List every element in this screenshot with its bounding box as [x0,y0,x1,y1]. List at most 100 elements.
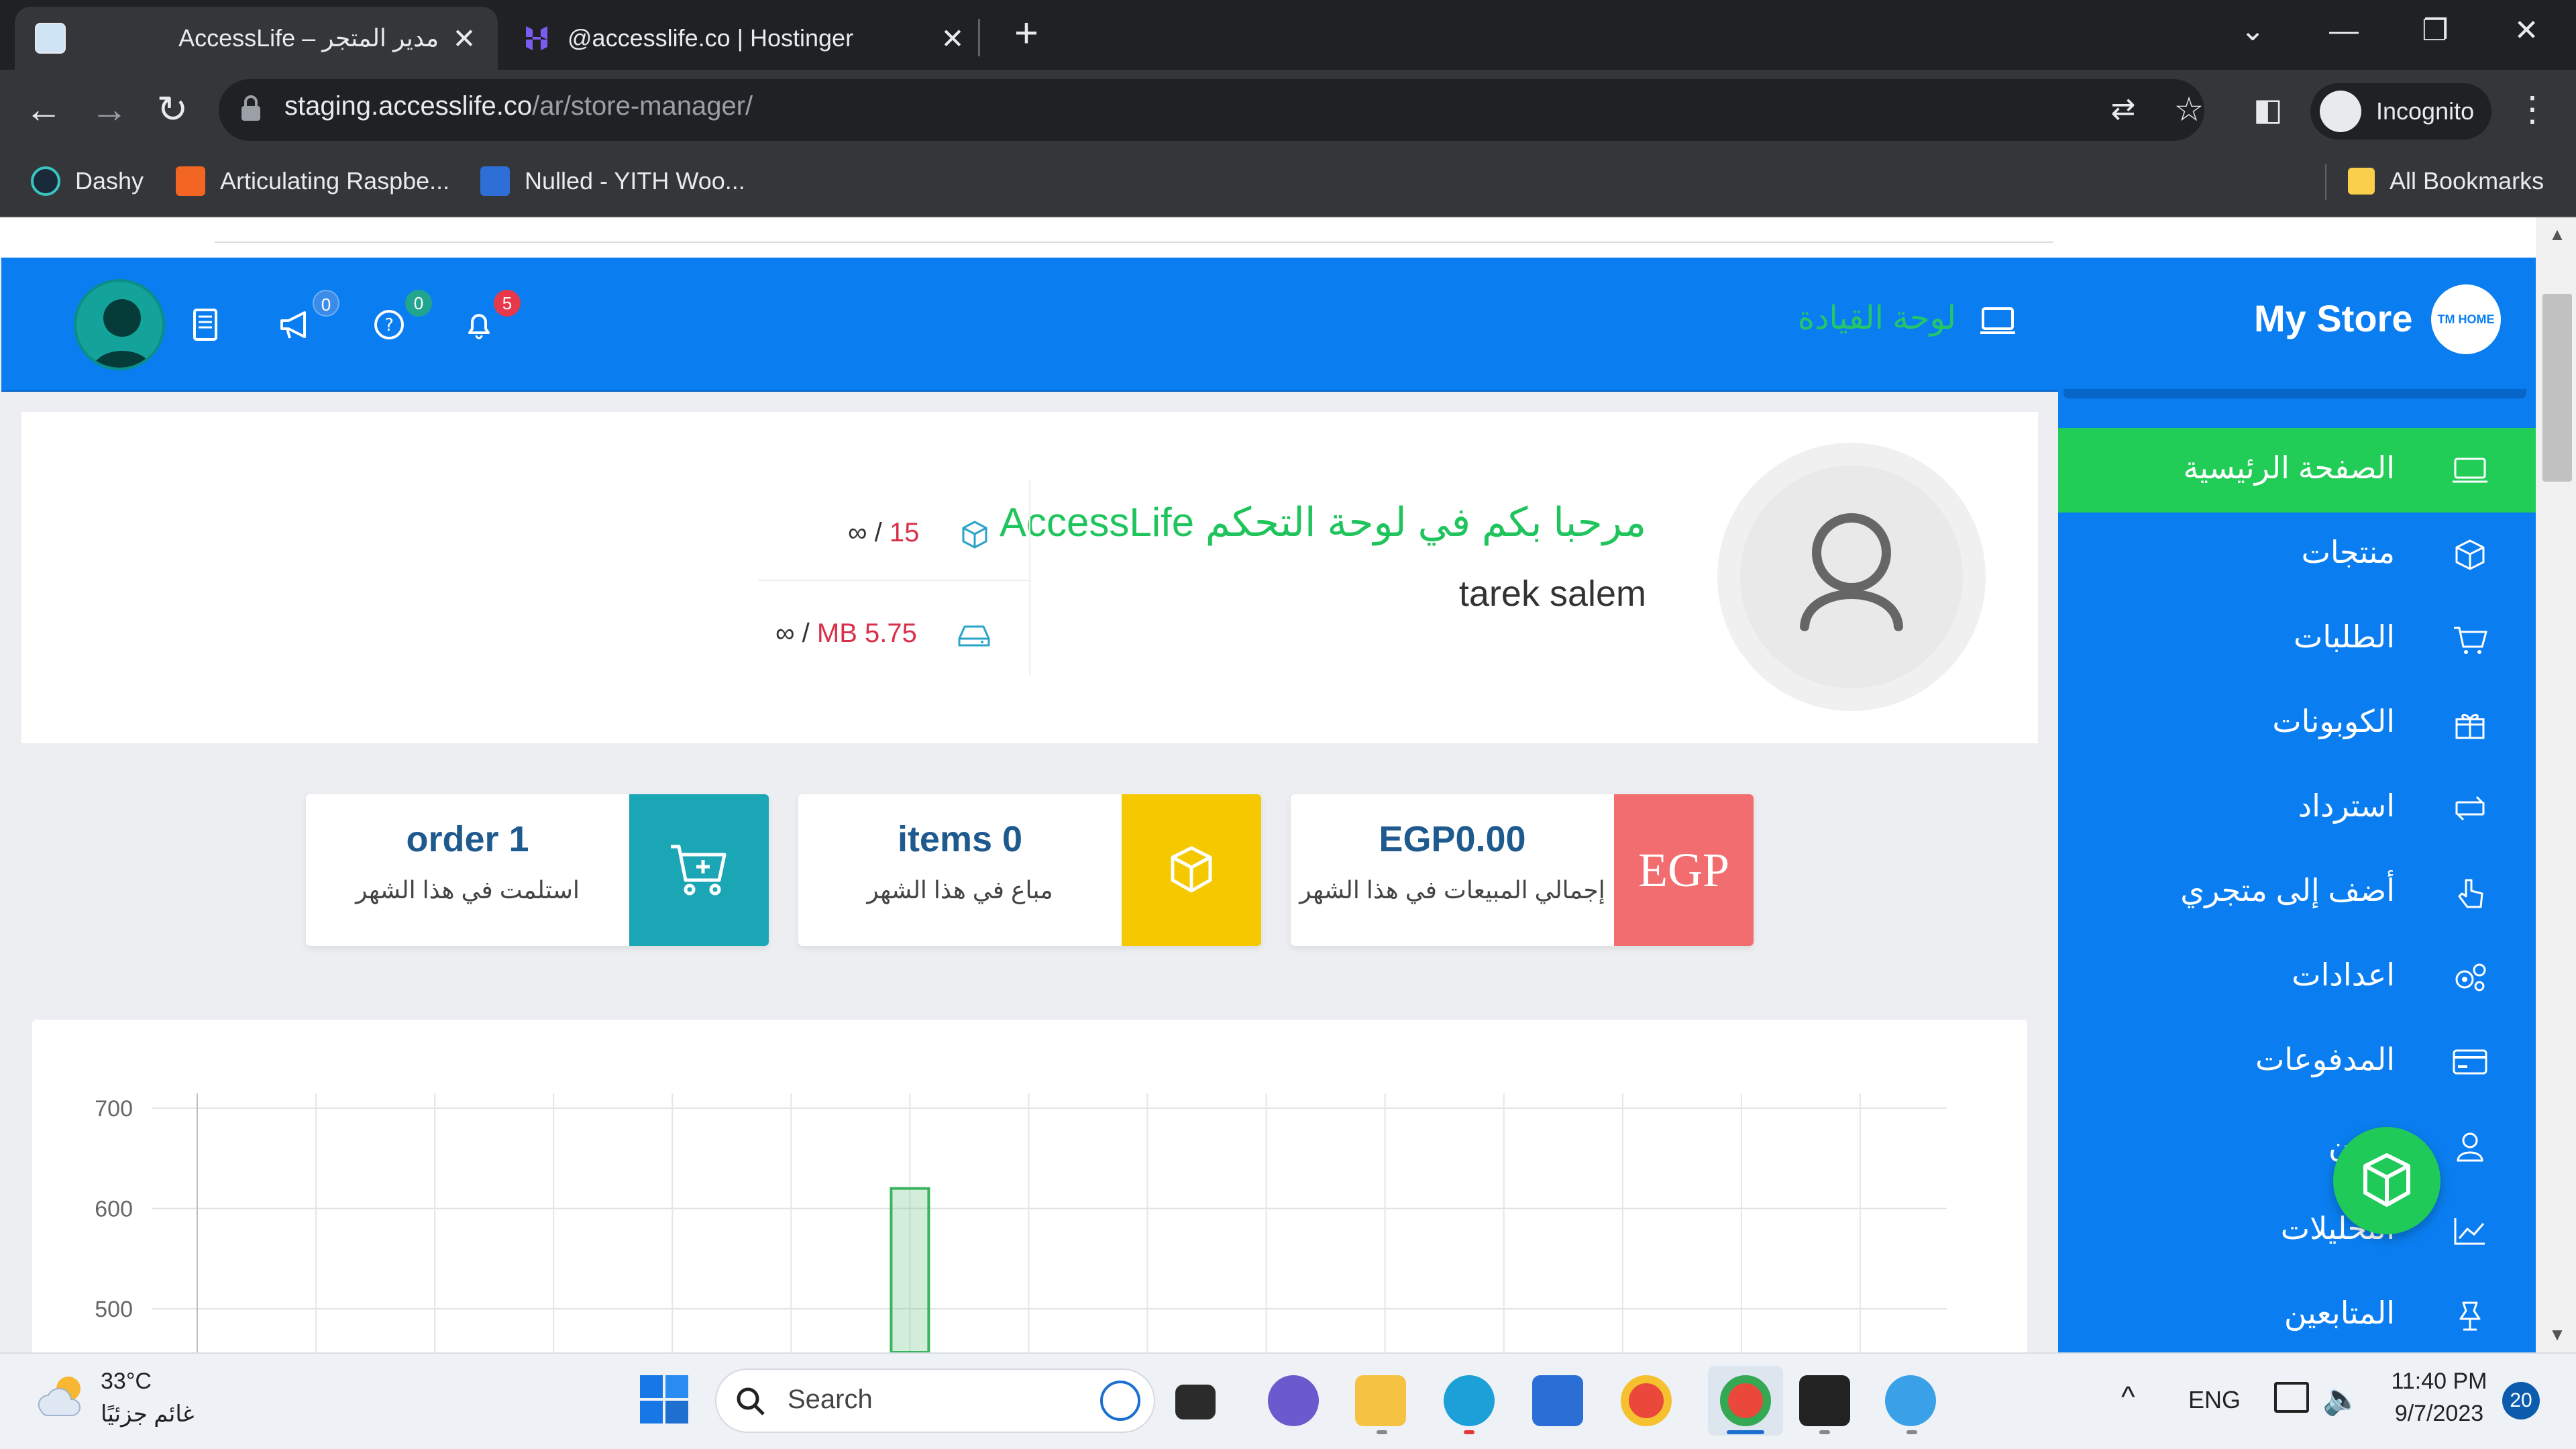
close-window-icon[interactable]: ✕ [2500,11,2553,51]
profile-picture[interactable] [1740,466,1963,688]
scrollbar-thumb[interactable] [2542,294,2572,482]
edge-icon[interactable] [1444,1375,1495,1426]
all-bookmarks[interactable]: All Bookmarks [2348,162,2544,200]
sidebar-item-7[interactable]: المدفوعات [2058,1020,2536,1104]
new-tab-button[interactable]: + [1006,13,1046,54]
tab-hostinger[interactable]: @accesslife.co | Hostinger ✕ [510,7,979,70]
cube-icon [2455,539,2485,570]
teams-chat-icon[interactable] [1268,1375,1319,1426]
app-running-indicator [1464,1430,1474,1434]
bookmark-nulled[interactable]: Nulled - YITH Woo... [480,162,745,200]
sidebar-item-8[interactable]: الفين [2058,1104,2536,1189]
chrome-incognito-icon[interactable] [1720,1375,1771,1426]
products-limit: ∞ [848,518,867,547]
sidebar-item-1[interactable]: منتجات [2058,513,2536,597]
url-text[interactable]: staging.accesslife.co/ar/store-manager/ [284,91,753,121]
scroll-up-icon[interactable]: ▲ [2546,224,2568,244]
input-language[interactable]: ENG [2188,1386,2241,1414]
sidebar-item-3[interactable]: الكوبونات [2058,682,2536,766]
task-view-icon[interactable] [1175,1385,1216,1419]
sidebar-item-9[interactable]: التحليلات [2058,1189,2536,1273]
orders-value: order 1 [406,819,529,859]
sales-icon-box: EGP [1614,794,1754,946]
bell-icon[interactable] [459,305,499,345]
clock-date[interactable]: 9/7/2023 [2385,1401,2493,1427]
help-badge: 0 [405,290,432,317]
tab-separator [978,19,980,56]
notification-center-badge[interactable]: 20 [2502,1382,2540,1419]
bookmark-dashy[interactable]: Dashy [31,162,144,200]
sidebar-item-6[interactable]: اعدادات [2058,935,2536,1020]
show-hidden-icons[interactable]: ^ [2121,1381,2135,1414]
hostinger-icon [523,25,550,52]
sidebar-item-0[interactable]: الصفحة الرئيسية [2058,428,2536,513]
chrome-icon[interactable] [1621,1375,1672,1426]
weather-description[interactable]: غائم جزئيًا [101,1401,195,1428]
add-product-fab[interactable] [2333,1127,2440,1234]
products-used: 15 [889,518,920,547]
bookmark-articulating[interactable]: Articulating Raspbe... [176,162,449,200]
sidebar-item-4[interactable]: استرداد [2058,766,2536,851]
menu-icon[interactable]: ⋮ [2509,86,2556,133]
lock-icon [241,95,260,121]
chart-y-tick-label: 700 [95,1096,133,1122]
bing-icon[interactable] [1100,1381,1140,1421]
windows-start-icon[interactable] [639,1374,690,1425]
all-bookmarks-label: All Bookmarks [2390,167,2544,195]
side-panel-icon[interactable]: ◧ [2245,86,2292,133]
notifications-badge: 5 [494,290,521,317]
avatar[interactable] [74,279,165,370]
cube-icon [1171,846,1212,893]
paint-icon[interactable] [1885,1375,1936,1426]
weather-temperature[interactable]: 33°C [101,1368,152,1395]
sidebar-item-5[interactable]: أضف إلى متجري [2058,851,2536,935]
megaphone-icon[interactable] [275,305,315,345]
bookmark-star-icon[interactable]: ☆ [2165,86,2212,133]
dev-app-icon[interactable] [1799,1375,1850,1426]
sidebar-item-10[interactable]: المتابعين [2058,1273,2536,1358]
orders-stat-card[interactable]: order 1 استلمت في هذا الشهر [306,794,769,946]
file-explorer-icon[interactable] [1355,1375,1406,1426]
clock-time[interactable]: 11:40 PM [2385,1368,2493,1395]
volume-icon[interactable]: 🔈 [2322,1381,2361,1417]
back-icon[interactable]: ← [20,86,67,133]
store-icon[interactable] [1532,1375,1583,1426]
tab-close-icon[interactable]: ✕ [451,22,478,55]
credit-card-icon [2453,1049,2487,1075]
scroll-down-icon[interactable]: ▼ [2546,1324,2568,1344]
app-running-indicator [1907,1430,1917,1434]
bookmark-label: Nulled - YITH Woo... [525,167,745,195]
cube-icon [962,521,987,549]
cart-icon [2454,627,2487,654]
forward-icon[interactable]: → [86,86,133,133]
restore-icon[interactable]: ❐ [2408,11,2462,51]
sidebar-item-label: المتابعين [2284,1295,2395,1330]
dashboard-icon [2453,458,2487,483]
bookmark-site-icon [480,166,510,196]
store-logo[interactable]: TM HOME [2431,284,2501,354]
reload-icon[interactable]: ↻ [149,86,196,133]
taskbar-search[interactable] [715,1368,1155,1433]
incognito-indicator[interactable]: Incognito [2310,83,2491,140]
book-icon[interactable] [185,305,225,345]
sidebar-item-2[interactable]: الطلبات [2058,597,2536,682]
bookmarks-separator [2325,164,2326,200]
sidebar-item-label: أضف إلى متجري [2180,873,2395,908]
translate-icon[interactable]: ⇄ [2100,86,2147,133]
sidebar-brand-shadow [2063,389,2526,398]
dashboard-icon [1980,307,2015,334]
chart-bar-0[interactable] [890,1187,930,1352]
tab-search-icon[interactable]: ⌄ [2226,11,2279,51]
sales-stat-card[interactable]: EGP0.00 إجمالي المبيعات في هذا الشهر EGP [1291,794,1754,946]
tab-accesslife[interactable]: AccessLife – مدير المتجر ✕ [15,7,498,70]
items-stat-card[interactable]: items 0 مباع في هذا الشهر [798,794,1261,946]
help-icon[interactable]: ? [369,305,409,345]
tab-close-icon[interactable]: ✕ [939,22,966,55]
weather-partly-cloudy-icon[interactable] [35,1370,91,1422]
network-icon[interactable] [2274,1382,2309,1413]
minimize-icon[interactable]: — [2317,11,2371,51]
search-icon [737,1387,765,1415]
store-name[interactable]: My Store [2254,297,2413,340]
app-running-indicator [1377,1430,1387,1434]
usage-separator: / [802,619,810,648]
